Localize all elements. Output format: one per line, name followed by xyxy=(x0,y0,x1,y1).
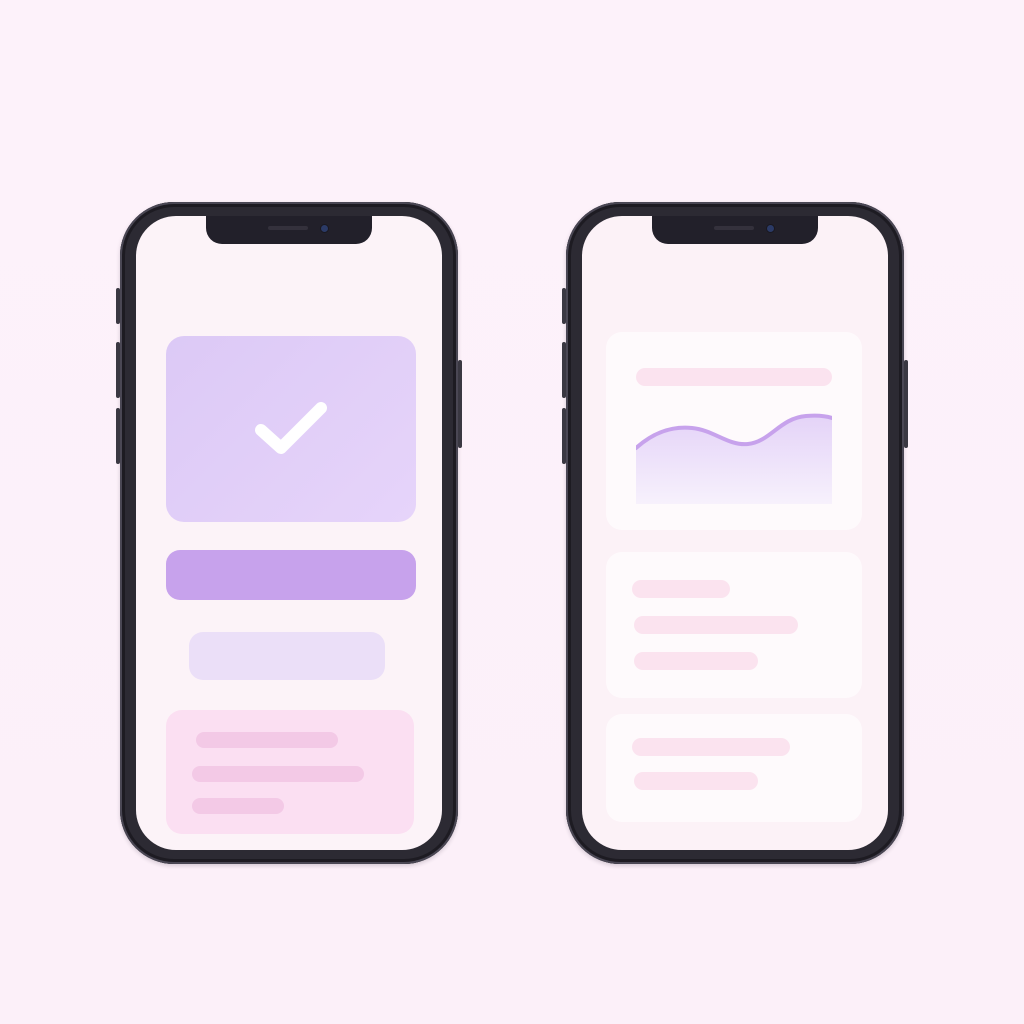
speaker-grille xyxy=(714,226,754,230)
phone-left xyxy=(116,202,462,864)
front-camera xyxy=(321,225,328,232)
speaker-grille xyxy=(268,226,308,230)
screen xyxy=(136,216,442,850)
primary-button[interactable] xyxy=(166,550,416,600)
area-chart-icon xyxy=(636,413,832,504)
volume-up-button xyxy=(562,342,566,398)
volume-down-button xyxy=(116,408,120,464)
text-placeholder xyxy=(632,738,790,756)
volume-down-button xyxy=(562,408,566,464)
text-placeholder xyxy=(634,652,758,670)
text-placeholder xyxy=(632,580,730,598)
info-card[interactable] xyxy=(606,714,862,822)
chart-title-placeholder xyxy=(636,368,832,386)
text-placeholder xyxy=(192,798,284,814)
mute-switch xyxy=(116,288,120,324)
mute-switch xyxy=(562,288,566,324)
success-card xyxy=(166,336,416,522)
screen xyxy=(582,216,888,850)
notch xyxy=(206,216,372,244)
chart-card[interactable] xyxy=(606,332,862,530)
list-card[interactable] xyxy=(606,552,862,698)
note-card xyxy=(166,710,414,834)
phone-right xyxy=(562,202,908,864)
volume-up-button xyxy=(116,342,120,398)
text-placeholder xyxy=(192,766,364,782)
text-placeholder xyxy=(634,772,758,790)
power-button xyxy=(458,360,462,448)
text-placeholder xyxy=(634,616,798,634)
front-camera xyxy=(767,225,774,232)
text-placeholder xyxy=(196,732,338,748)
secondary-button[interactable] xyxy=(189,632,385,680)
notch xyxy=(652,216,818,244)
checkmark-icon xyxy=(255,402,327,454)
power-button xyxy=(904,360,908,448)
canvas xyxy=(0,0,1024,1024)
